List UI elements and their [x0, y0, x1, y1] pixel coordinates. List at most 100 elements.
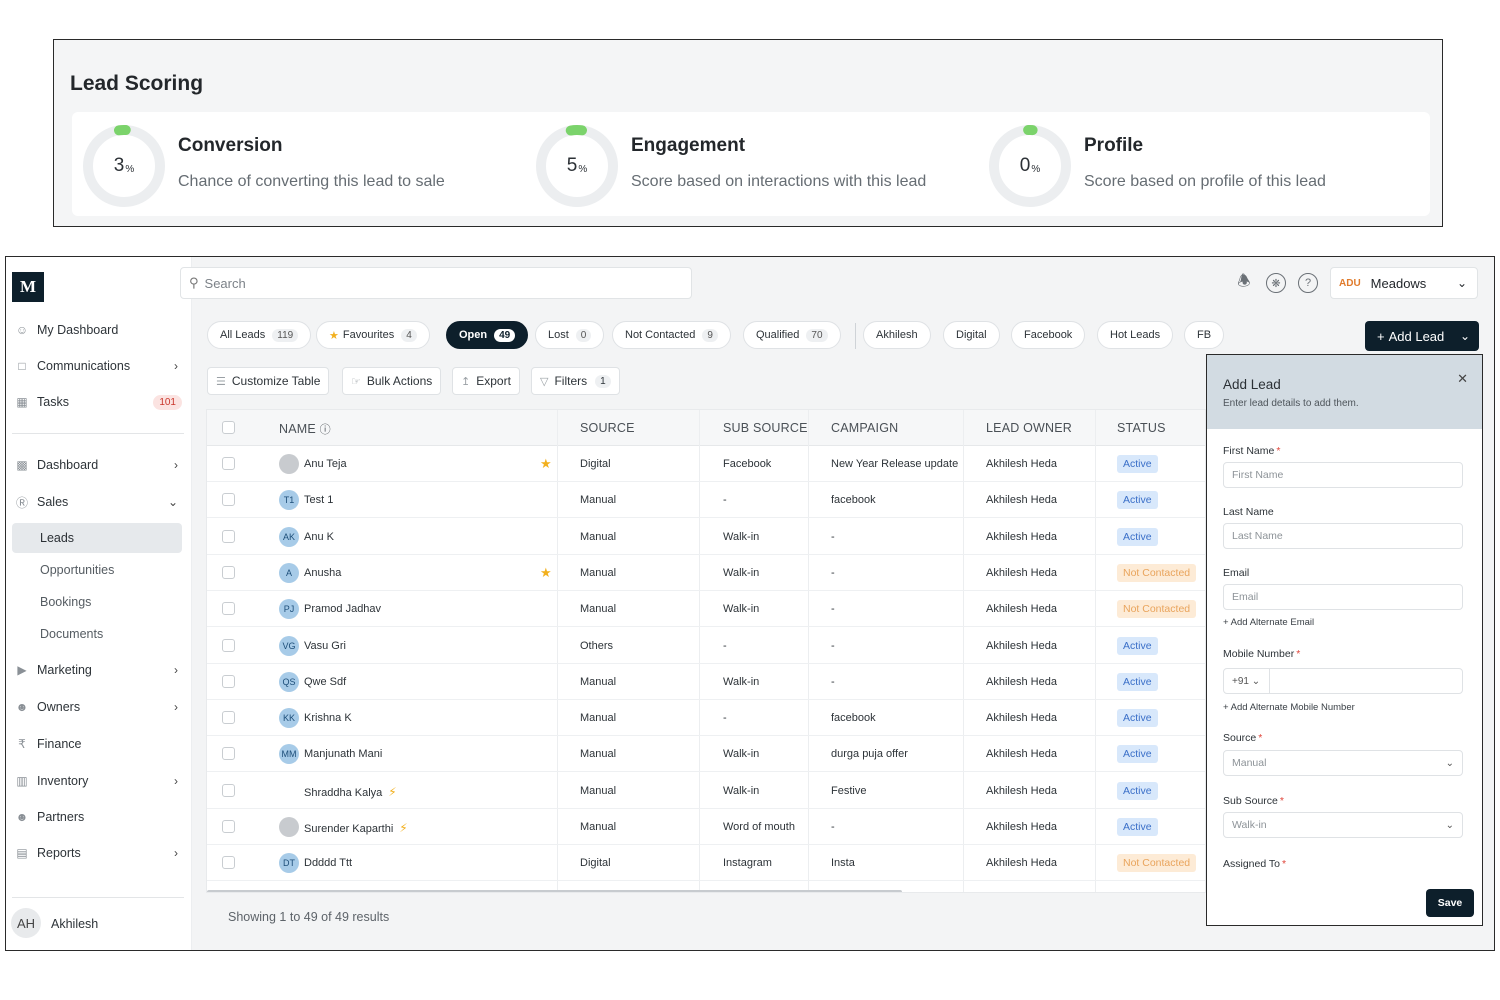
row-checkbox[interactable]	[222, 783, 235, 797]
dial-code-select[interactable]: +91 ⌄	[1232, 669, 1270, 693]
lead-name[interactable]: Vasu Gri	[304, 640, 346, 652]
star-icon[interactable]: ★	[540, 456, 552, 472]
filter-chip-open[interactable]: Open 49	[446, 321, 529, 349]
cell-source: Manual	[580, 821, 617, 833]
select-all-checkbox[interactable]	[222, 421, 235, 434]
add-alternate-mobile-link[interactable]: + Add Alternate Mobile Number	[1223, 702, 1355, 713]
row-checkbox[interactable]	[222, 638, 235, 652]
lead-name[interactable]: Anu Teja	[304, 458, 347, 470]
sidebar-item-communications[interactable]: □ Communications ›	[12, 351, 182, 381]
add-lead-button[interactable]: + Add Lead ⌄	[1365, 321, 1479, 351]
lead-name[interactable]: Anusha	[304, 567, 341, 579]
filter-chip-facebook[interactable]: Facebook	[1011, 321, 1086, 349]
table-row[interactable]: PJ Pramod Jadhav Manual Walk-in - Akhilesh He…	[207, 591, 1205, 628]
row-checkbox[interactable]	[222, 565, 235, 579]
sidebar-item-partners[interactable]: ☻ Partners	[12, 802, 182, 832]
row-checkbox[interactable]	[222, 711, 235, 725]
column-header-campaign[interactable]: CAMPAIGN	[831, 421, 898, 435]
sidebar-item-reports[interactable]: ▤ Reports ›	[12, 838, 182, 868]
source-select[interactable]: Manual ⌄	[1223, 750, 1463, 776]
lead-name[interactable]: Surender Kaparthi ⚡	[304, 821, 408, 835]
table-row[interactable]: AK Anu K Manual Walk-in - Akhilesh Heda Active	[207, 519, 1205, 555]
table-row[interactable]: VG Vasu Gri Others - - Akhilesh Heda Active	[207, 628, 1205, 664]
column-header-lead-owner[interactable]: LEAD OWNER	[986, 421, 1072, 435]
lead-name[interactable]: Test 1	[304, 494, 333, 506]
filter-chip-akhilesh[interactable]: Akhilesh	[863, 321, 931, 349]
sidebar-item-inventory[interactable]: ▥ Inventory ›	[12, 766, 182, 796]
row-checkbox[interactable]	[222, 747, 235, 761]
filter-chip-favourites[interactable]: ★ Favourites 4	[316, 321, 430, 349]
row-checkbox[interactable]	[222, 529, 235, 543]
filter-chip-lost[interactable]: Lost 0	[535, 321, 605, 349]
first-name-field[interactable]: First Name	[1223, 462, 1463, 488]
column-header-sub-source[interactable]: SUB SOURCE	[723, 421, 808, 435]
close-icon[interactable]: ✕	[1457, 371, 1468, 387]
sub-source-select[interactable]: Walk-in ⌄	[1223, 812, 1463, 838]
table-row[interactable]: DT Ddddd Ttt Digital Instagram Insta Akhilesh…	[207, 845, 1205, 882]
user-name[interactable]: Akhilesh	[51, 917, 98, 931]
filters-button[interactable]: ▽ Filters 1	[531, 367, 620, 395]
organization-select[interactable]: ADU Meadows ⌄	[1330, 267, 1478, 299]
lead-name[interactable]: Qwe Sdf	[304, 676, 346, 688]
bulk-actions-button[interactable]: ☞ Bulk Actions	[342, 367, 442, 395]
filter-chip-digital[interactable]: Digital	[943, 321, 1000, 349]
table-row[interactable]: QS Qwe Sdf Manual Walk-in - Akhilesh Heda Acti…	[207, 664, 1205, 700]
table-row[interactable]: T1 Test 1 Manual - facebook Akhilesh Heda Acti…	[207, 482, 1205, 519]
last-name-field[interactable]: Last Name	[1223, 523, 1463, 549]
row-checkbox[interactable]	[222, 602, 235, 616]
sidebar-item-documents[interactable]: Documents	[12, 619, 182, 649]
filter-chip-not-contacted[interactable]: Not Contacted 9	[612, 321, 731, 349]
avatar[interactable]: AH	[11, 908, 41, 938]
sidebar-item-leads[interactable]: Leads	[12, 523, 182, 553]
org-logo: ADU	[1339, 277, 1361, 289]
sidebar-item-finance[interactable]: ₹ Finance	[12, 729, 182, 759]
save-button[interactable]: Save	[1426, 889, 1474, 917]
search-input[interactable]: ⚲ Search	[180, 267, 692, 299]
table-row[interactable]: Surender Kaparthi ⚡ Manual Word of mouth - Ak…	[207, 809, 1205, 845]
email-field[interactable]: Email	[1223, 584, 1463, 610]
sidebar-item-marketing[interactable]: ▶ Marketing ›	[12, 655, 182, 685]
filter-chip-hot-leads[interactable]: Hot Leads	[1097, 321, 1174, 349]
sidebar-item-bookings[interactable]: Bookings	[12, 587, 182, 617]
lead-name[interactable]: Shraddha Kalya ⚡	[304, 785, 397, 799]
lead-name[interactable]: Krishna K	[304, 712, 352, 724]
filter-chip-fb[interactable]: FB	[1184, 321, 1225, 349]
add-alternate-email-link[interactable]: + Add Alternate Email	[1223, 617, 1314, 628]
help-icon[interactable]: ?	[1298, 273, 1318, 293]
row-checkbox[interactable]	[222, 457, 235, 470]
lead-name[interactable]: Anu K	[304, 531, 334, 543]
avatar	[279, 817, 299, 837]
sidebar-item-my-dashboard[interactable]: ☺ My Dashboard	[12, 315, 182, 345]
lead-name[interactable]: Ddddd Ttt	[304, 857, 352, 869]
sidebar-item-tasks[interactable]: ▦ Tasks 101	[12, 387, 182, 417]
star-icon[interactable]: ★	[540, 565, 552, 581]
table-row[interactable]: Anu Teja ★ Digital Facebook New Year Release…	[207, 446, 1205, 482]
table-row[interactable]: Shraddha Kalya ⚡ Manual Walk-in Festive Akhil…	[207, 773, 1205, 809]
cell-sub-source: Walk-in	[723, 784, 760, 797]
column-header-status[interactable]: STATUS	[1117, 421, 1166, 435]
column-header-name[interactable]: NAME ⓘ	[279, 421, 331, 437]
settings-icon[interactable]: ❋	[1266, 273, 1286, 293]
mobile-number-field[interactable]: +91 ⌄	[1223, 668, 1463, 694]
sidebar-item-owners[interactable]: ☻ Owners ›	[12, 692, 182, 722]
table-row[interactable]: A Anusha ★ Manual Walk-in - Akhilesh Heda Not C…	[207, 555, 1205, 591]
filter-chip-qualified[interactable]: Qualified 70	[743, 321, 841, 349]
customize-table-button[interactable]: ☰ Customize Table	[207, 367, 330, 395]
column-header-source[interactable]: SOURCE	[580, 421, 635, 435]
row-checkbox[interactable]	[222, 493, 235, 507]
horizontal-scrollbar[interactable]	[207, 890, 902, 892]
row-checkbox[interactable]	[222, 856, 235, 870]
export-button[interactable]: ↥ Export	[452, 367, 520, 395]
lead-name[interactable]: Pramod Jadhav	[304, 603, 381, 615]
filter-chip-all-leads[interactable]: All Leads 119	[207, 321, 312, 349]
table-row[interactable]: MM Manjunath Mani Manual Walk-in durga puja …	[207, 736, 1205, 773]
lead-name[interactable]: Manjunath Mani	[304, 748, 382, 760]
row-checkbox[interactable]	[222, 674, 235, 688]
row-checkbox[interactable]	[222, 820, 235, 833]
sidebar-item-dashboard[interactable]: ▩ Dashboard ›	[12, 450, 182, 480]
sidebar-item-sales[interactable]: Ⓡ Sales ⌄	[12, 487, 182, 517]
table-row[interactable]: KK Krishna K Manual - facebook Akhilesh Heda A…	[207, 700, 1205, 737]
sidebar-item-opportunities[interactable]: Opportunities	[12, 555, 182, 585]
app-logo[interactable]: M	[12, 272, 44, 302]
bell-icon[interactable]: 🕭	[1234, 273, 1254, 293]
